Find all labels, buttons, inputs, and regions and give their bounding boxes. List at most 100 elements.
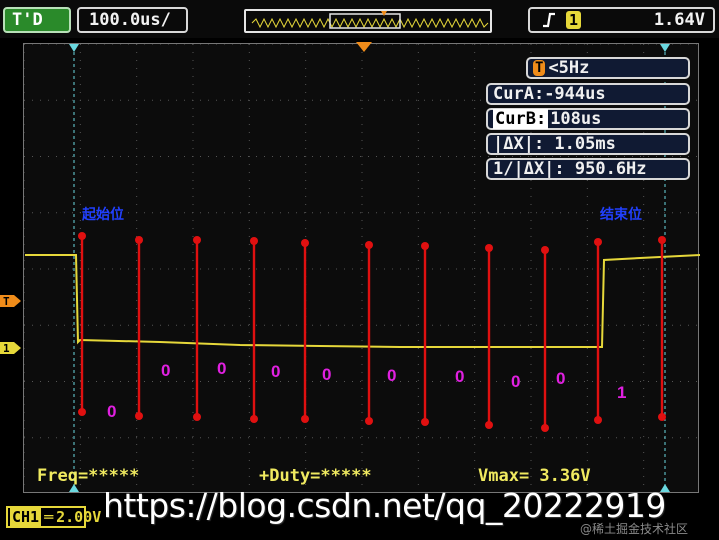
grid-dot	[79, 460, 81, 461]
grid-dot	[474, 372, 476, 373]
grid-dot	[474, 276, 476, 277]
grid-dot	[312, 268, 313, 270]
grid-dot	[568, 268, 569, 270]
grid-dot	[152, 212, 153, 214]
grid-dot	[586, 316, 588, 317]
grid-dot	[656, 44, 657, 45]
run-mode-indicator[interactable]: T'D	[3, 7, 71, 33]
grid-dot	[688, 212, 689, 214]
grid-dot	[474, 76, 476, 77]
grid-dot	[168, 44, 169, 45]
grid-dot	[624, 268, 625, 270]
grid-dot	[248, 172, 250, 173]
grid-dot	[361, 92, 363, 93]
grid-dot	[568, 44, 569, 45]
grid-dot	[643, 452, 645, 453]
grid-dot	[32, 324, 33, 326]
grid-dot	[248, 428, 250, 429]
grid-dot	[160, 324, 161, 326]
grid-dot	[417, 476, 419, 477]
grid-dot	[608, 324, 609, 326]
grid-dot	[616, 381, 617, 382]
grid-dot	[417, 188, 419, 189]
grid-dot	[320, 437, 321, 439]
grid-dot	[24, 340, 25, 341]
grid-dot	[616, 156, 617, 157]
grid-dot	[424, 44, 425, 45]
grid-dot	[400, 268, 401, 270]
grid-dot	[136, 428, 138, 429]
grid-dot	[424, 156, 425, 157]
grid-dot	[586, 412, 588, 413]
grid-dot	[128, 212, 129, 214]
grid-dot	[586, 372, 588, 373]
ch1-scale-indicator[interactable]: CH1 ═ 2.00V	[6, 506, 101, 528]
grid-dot	[305, 196, 307, 197]
grid-dot	[474, 172, 476, 173]
grid-dot	[24, 124, 25, 125]
grid-dot	[280, 437, 281, 439]
trigger-indicator[interactable]: 1 1.64V	[528, 7, 715, 33]
grid-dot	[417, 404, 419, 405]
grid-dot	[24, 68, 25, 69]
grid-dot	[656, 268, 657, 270]
grid-dot	[417, 308, 419, 309]
grid-dot	[112, 268, 113, 270]
grid-dot	[120, 156, 121, 157]
grid-dot	[232, 381, 233, 382]
grid-dot	[312, 381, 313, 382]
grid-dot	[586, 44, 588, 45]
trigger-level-value: 1.64V	[653, 10, 705, 30]
grid-dot	[474, 476, 476, 477]
grid-dot	[305, 372, 307, 373]
grid-dot	[120, 268, 121, 270]
inverse-delta-x-readout: 1/|ΔX|: 950.6Hz	[486, 158, 690, 180]
grid-dot	[474, 316, 476, 317]
grid-dot	[305, 188, 307, 189]
grid-dot	[616, 437, 617, 439]
grid-dot	[586, 300, 588, 301]
grid-dot	[520, 324, 521, 326]
grid-dot	[32, 99, 33, 101]
grid-dot	[417, 180, 419, 181]
grid-dot	[320, 44, 321, 45]
grid-dot	[488, 268, 489, 270]
grid-dot	[552, 44, 553, 45]
grid-dot	[192, 412, 194, 413]
grid-dot	[248, 108, 250, 109]
grid-dot	[474, 428, 476, 429]
grid-dot	[192, 364, 194, 365]
grid-dot	[643, 468, 645, 469]
grid-dot	[32, 381, 33, 382]
grid-dot	[336, 324, 337, 326]
grid-dot	[361, 172, 363, 173]
grid-dot	[416, 437, 417, 439]
grid-dot	[376, 44, 377, 45]
grid-dot	[144, 268, 145, 270]
grid-dot	[592, 437, 593, 439]
grid-dot	[200, 437, 201, 439]
grid-dot	[440, 381, 441, 382]
grid-dot	[24, 212, 25, 214]
memory-position-bar[interactable]	[244, 9, 492, 33]
grid-dot	[536, 437, 537, 439]
grid-dot	[305, 124, 307, 125]
grid-dot	[136, 140, 138, 141]
grid-dot	[664, 324, 665, 326]
grid-dot	[305, 388, 307, 389]
grid-dot	[696, 437, 697, 439]
grid-dot	[408, 212, 409, 214]
timebase-indicator[interactable]: 100.0us/	[77, 7, 188, 33]
grid-dot	[79, 196, 81, 197]
grid-dot	[305, 204, 307, 205]
grid-dot	[417, 236, 419, 237]
grid-dot	[24, 228, 25, 229]
grid-dot	[64, 156, 65, 157]
grid-dot	[440, 324, 441, 326]
grid-dot	[544, 437, 545, 439]
grid-dot	[32, 156, 33, 157]
grid-dot	[136, 276, 138, 277]
grid-dot	[504, 437, 505, 439]
grid-dot	[305, 100, 307, 101]
grid-dot	[474, 124, 476, 125]
